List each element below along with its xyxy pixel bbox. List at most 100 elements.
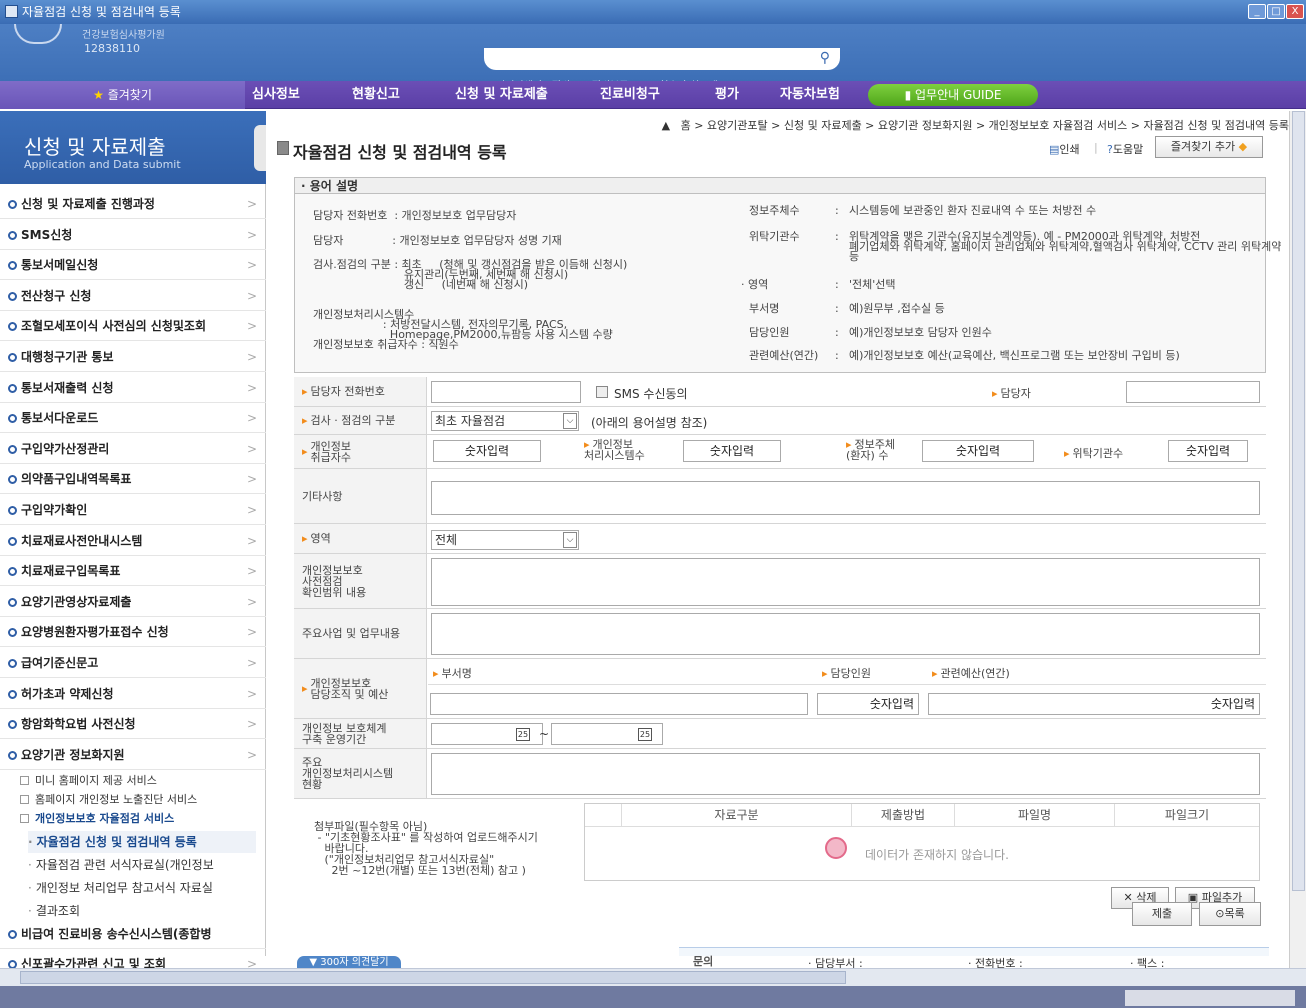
list-button[interactable]: ⊙목록 xyxy=(1199,902,1261,926)
area-select[interactable]: 전체 ⌵ xyxy=(431,530,579,550)
star-icon: ★ xyxy=(93,88,104,102)
nav-item-evaluation[interactable]: 평가 xyxy=(715,81,739,109)
sidebar-subitem-label: 홈페이지 개인정보 노출진단 서비스 xyxy=(35,793,198,806)
bullet-icon xyxy=(8,475,17,485)
systems-label-text: 개인정보 처리시스템수 xyxy=(584,438,645,462)
org-logo[interactable] xyxy=(14,24,62,44)
sidebar: 신청 및 자료제출 Application and Data submit 신청… xyxy=(0,111,266,971)
nav-item-report[interactable]: 현황신고 xyxy=(352,81,400,109)
sidebar-item[interactable]: 통보서재출력 신청 > xyxy=(0,373,266,403)
horizontal-scroll-thumb[interactable] xyxy=(20,971,846,984)
sms-checkbox[interactable] xyxy=(596,386,608,398)
budget-input[interactable]: 숫자입력 xyxy=(928,693,1260,715)
dept-input[interactable] xyxy=(430,693,808,715)
sidebar-item[interactable]: SMS신청 > xyxy=(0,220,266,250)
breadcrumb-text[interactable]: 홈 > 요양기관포탈 > 신청 및 자료제출 > 요양기관 정보화지원 > 개인… xyxy=(681,119,1289,132)
horizontal-scrollbar[interactable] xyxy=(0,968,1306,986)
sidebar-item[interactable]: 대행청구기관 통보 > xyxy=(0,342,266,372)
sidebar-subsub-item[interactable]: · 자율점검 관련 서식자료실(개인정보 xyxy=(28,854,256,876)
sidebar-item[interactable]: 비급여 진료비용 송수신시스템(종합병 xyxy=(0,919,266,949)
calendar-icon[interactable]: 25 xyxy=(516,728,530,741)
sidebar-item[interactable]: 구입약가확인 > xyxy=(0,495,266,525)
app-icon xyxy=(5,5,18,18)
sidebar-item[interactable]: 의약품구입내역목록표 > xyxy=(0,464,266,495)
search-input[interactable]: ⚲ xyxy=(484,48,840,70)
phone-input[interactable] xyxy=(431,381,581,403)
kind-select[interactable]: 최초 자율점검 ⌵ xyxy=(431,411,579,431)
sidebar-item[interactable]: 요양기관영상자료제출 > xyxy=(0,587,266,617)
calendar-icon[interactable]: 25 xyxy=(638,728,652,741)
vertical-scroll-thumb[interactable] xyxy=(1292,111,1305,891)
org-label: ▸ 개인정보보호 담당조직 및 예산 xyxy=(294,659,427,718)
glossary-colon: : xyxy=(835,278,839,291)
nav-item-application[interactable]: 신청 및 자료제출 xyxy=(455,81,548,109)
minimize-button[interactable]: _ xyxy=(1248,4,1266,19)
sidebar-item[interactable]: 통보서메일신청 > xyxy=(0,250,266,281)
manager-input[interactable] xyxy=(1126,381,1260,403)
list-label: 목록 xyxy=(1224,907,1245,920)
precheck-textarea[interactable] xyxy=(431,558,1260,606)
business-textarea[interactable] xyxy=(431,613,1260,655)
sidebar-subsub-item[interactable]: · 개인정보 처리업무 참고서식 자료실 xyxy=(28,877,256,899)
sidebar-item[interactable]: 요양기관 정보화지원 > xyxy=(0,740,266,770)
sidebar-item[interactable]: 조혈모세포이식 사전심의 신청및조회 > xyxy=(0,311,266,342)
favorites-button[interactable]: ★ 즐겨찾기 xyxy=(0,81,245,109)
sidebar-item[interactable]: 신청 및 자료제출 진행과정 > xyxy=(0,189,266,219)
sidebar-item-label: 치료재료사전안내시스템 xyxy=(21,533,143,548)
handlers-input[interactable]: 숫자입력 xyxy=(433,440,541,462)
org-divider xyxy=(428,684,1266,685)
sidebar-subsub-item[interactable]: · 자율점검 신청 및 점검내역 등록 xyxy=(28,831,256,853)
search-icon[interactable]: ⚲ xyxy=(820,50,830,66)
sidebar-subitem[interactable]: 개인정보보호 자율점검 서비스 xyxy=(20,809,174,828)
sidebar-item[interactable]: 구입약가산정관리 > xyxy=(0,434,266,464)
help-button[interactable]: ?도움말 xyxy=(1107,141,1143,157)
dot-icon: · xyxy=(28,904,32,918)
close-button[interactable]: X xyxy=(1286,4,1304,19)
maximize-button[interactable]: □ xyxy=(1267,4,1285,19)
sidebar-collapse-tab[interactable] xyxy=(254,125,266,171)
bullet-icon xyxy=(8,720,17,730)
checkbox-icon xyxy=(20,776,29,785)
systems-input[interactable]: 숫자입력 xyxy=(683,440,781,462)
systems-label: ▸ 개인정보 처리시스템수 xyxy=(584,438,645,462)
sidebar-item[interactable]: 전산청구 신청 > xyxy=(0,281,266,311)
trustee-input[interactable]: 숫자입력 xyxy=(1168,440,1248,462)
dot-icon: · xyxy=(28,881,32,895)
home-icon[interactable]: ▲ xyxy=(662,119,670,132)
sidebar-item[interactable]: 치료재료사전안내시스템 > xyxy=(0,526,266,556)
sidebar-item[interactable]: 급여기준신문고 > xyxy=(0,648,266,678)
sidebar-item[interactable]: 치료재료구입목록표 > xyxy=(0,556,266,587)
staff-input[interactable]: 숫자입력 xyxy=(817,693,919,715)
org-label-text: 개인정보보호 담당조직 및 예산 xyxy=(310,676,389,701)
nav-item-billing[interactable]: 진료비청구 xyxy=(600,81,660,109)
glossary-box: · 용어 설명 담당자 전화번호 : 개인정보보호 업무담당자 담당자 : 개인… xyxy=(294,177,1281,373)
sidebar-subitem[interactable]: 홈페이지 개인정보 노출진단 서비스 xyxy=(20,790,197,809)
chevron-down-icon[interactable]: ⌵ xyxy=(563,532,577,548)
print-icon: ▤ xyxy=(1049,143,1060,156)
guide-button[interactable]: ▮ 업무안내 GUIDE xyxy=(868,84,1038,106)
print-button[interactable]: ▤인쇄 xyxy=(1049,141,1080,157)
sidebar-item[interactable]: 항암화학요법 사전신청 > xyxy=(0,709,266,740)
nav-item-review[interactable]: 심사정보 xyxy=(252,81,300,109)
sidebar-item[interactable]: 통보서다운로드 > xyxy=(0,403,266,434)
etc-textarea[interactable] xyxy=(431,481,1260,515)
period-label: 개인정보 보호체계 구축 운영기간 xyxy=(294,719,427,748)
submit-button[interactable]: 제출 xyxy=(1132,902,1192,926)
add-favorite-button[interactable]: 즐겨찾기 추가 ◆ xyxy=(1155,136,1263,158)
chevron-down-icon[interactable]: ⌵ xyxy=(563,413,577,429)
subjects-input[interactable]: 숫자입력 xyxy=(922,440,1034,462)
sidebar-item-label: 전산청구 신청 xyxy=(21,288,92,303)
mainsys-textarea[interactable] xyxy=(431,753,1260,795)
glossary-kind: 검사.점검의 구분 : 최초 (청해 및 갱신점검을 받은 이듬해 신청시) 유… xyxy=(313,258,628,291)
handlers-label: ▸ 개인정보 취급자수 xyxy=(294,435,427,468)
form-row-counts: ▸ 개인정보 취급자수 숫자입력 ▸ 개인정보 처리시스템수 숫자입력 ▸ 정보주체 … xyxy=(294,435,1266,469)
nav-item-auto-insurance[interactable]: 자동차보험 xyxy=(780,81,840,109)
sidebar-item[interactable]: 허가초과 약제신청 > xyxy=(0,679,266,709)
main-content: ▲ 홈 > 요양기관포탈 > 신청 및 자료제출 > 요양기관 정보화지원 > … xyxy=(267,111,1306,956)
vertical-scrollbar[interactable] xyxy=(1289,111,1306,968)
sidebar-item[interactable]: 요양병원환자평가표접수 신청 > xyxy=(0,617,266,648)
bullet-icon xyxy=(8,689,17,699)
chevron-right-icon: > xyxy=(246,380,257,395)
window-title: 자율점검 신청 및 점검내역 등록 xyxy=(22,5,181,19)
sidebar-subitem[interactable]: 미니 홈페이지 제공 서비스 xyxy=(20,771,157,790)
